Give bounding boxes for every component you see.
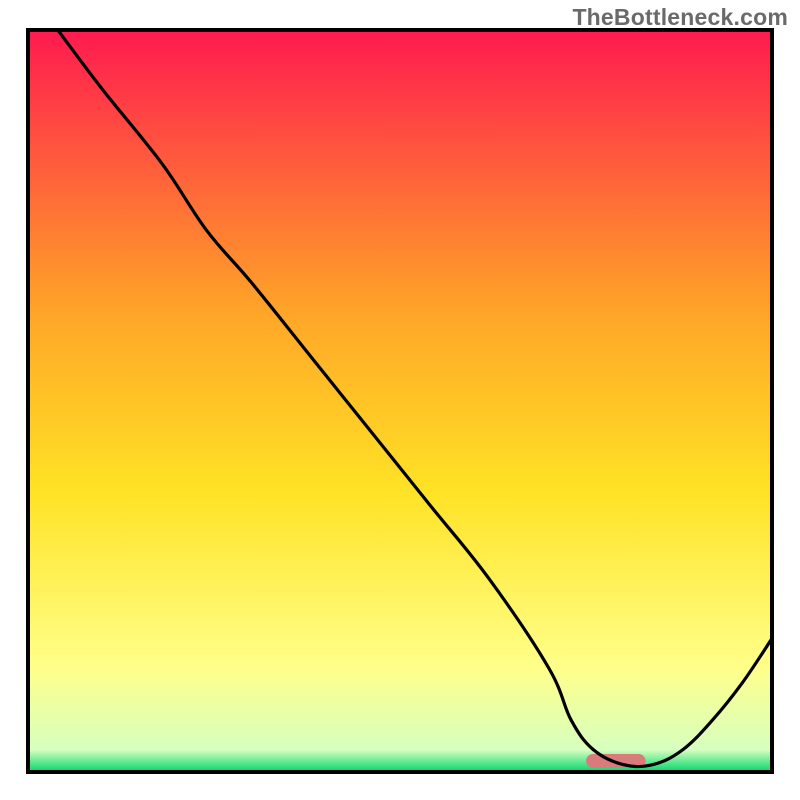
bottleneck-chart (0, 0, 800, 800)
watermark-text: TheBottleneck.com (572, 4, 788, 31)
chart-container: TheBottleneck.com (0, 0, 800, 800)
plot-area (28, 30, 772, 772)
